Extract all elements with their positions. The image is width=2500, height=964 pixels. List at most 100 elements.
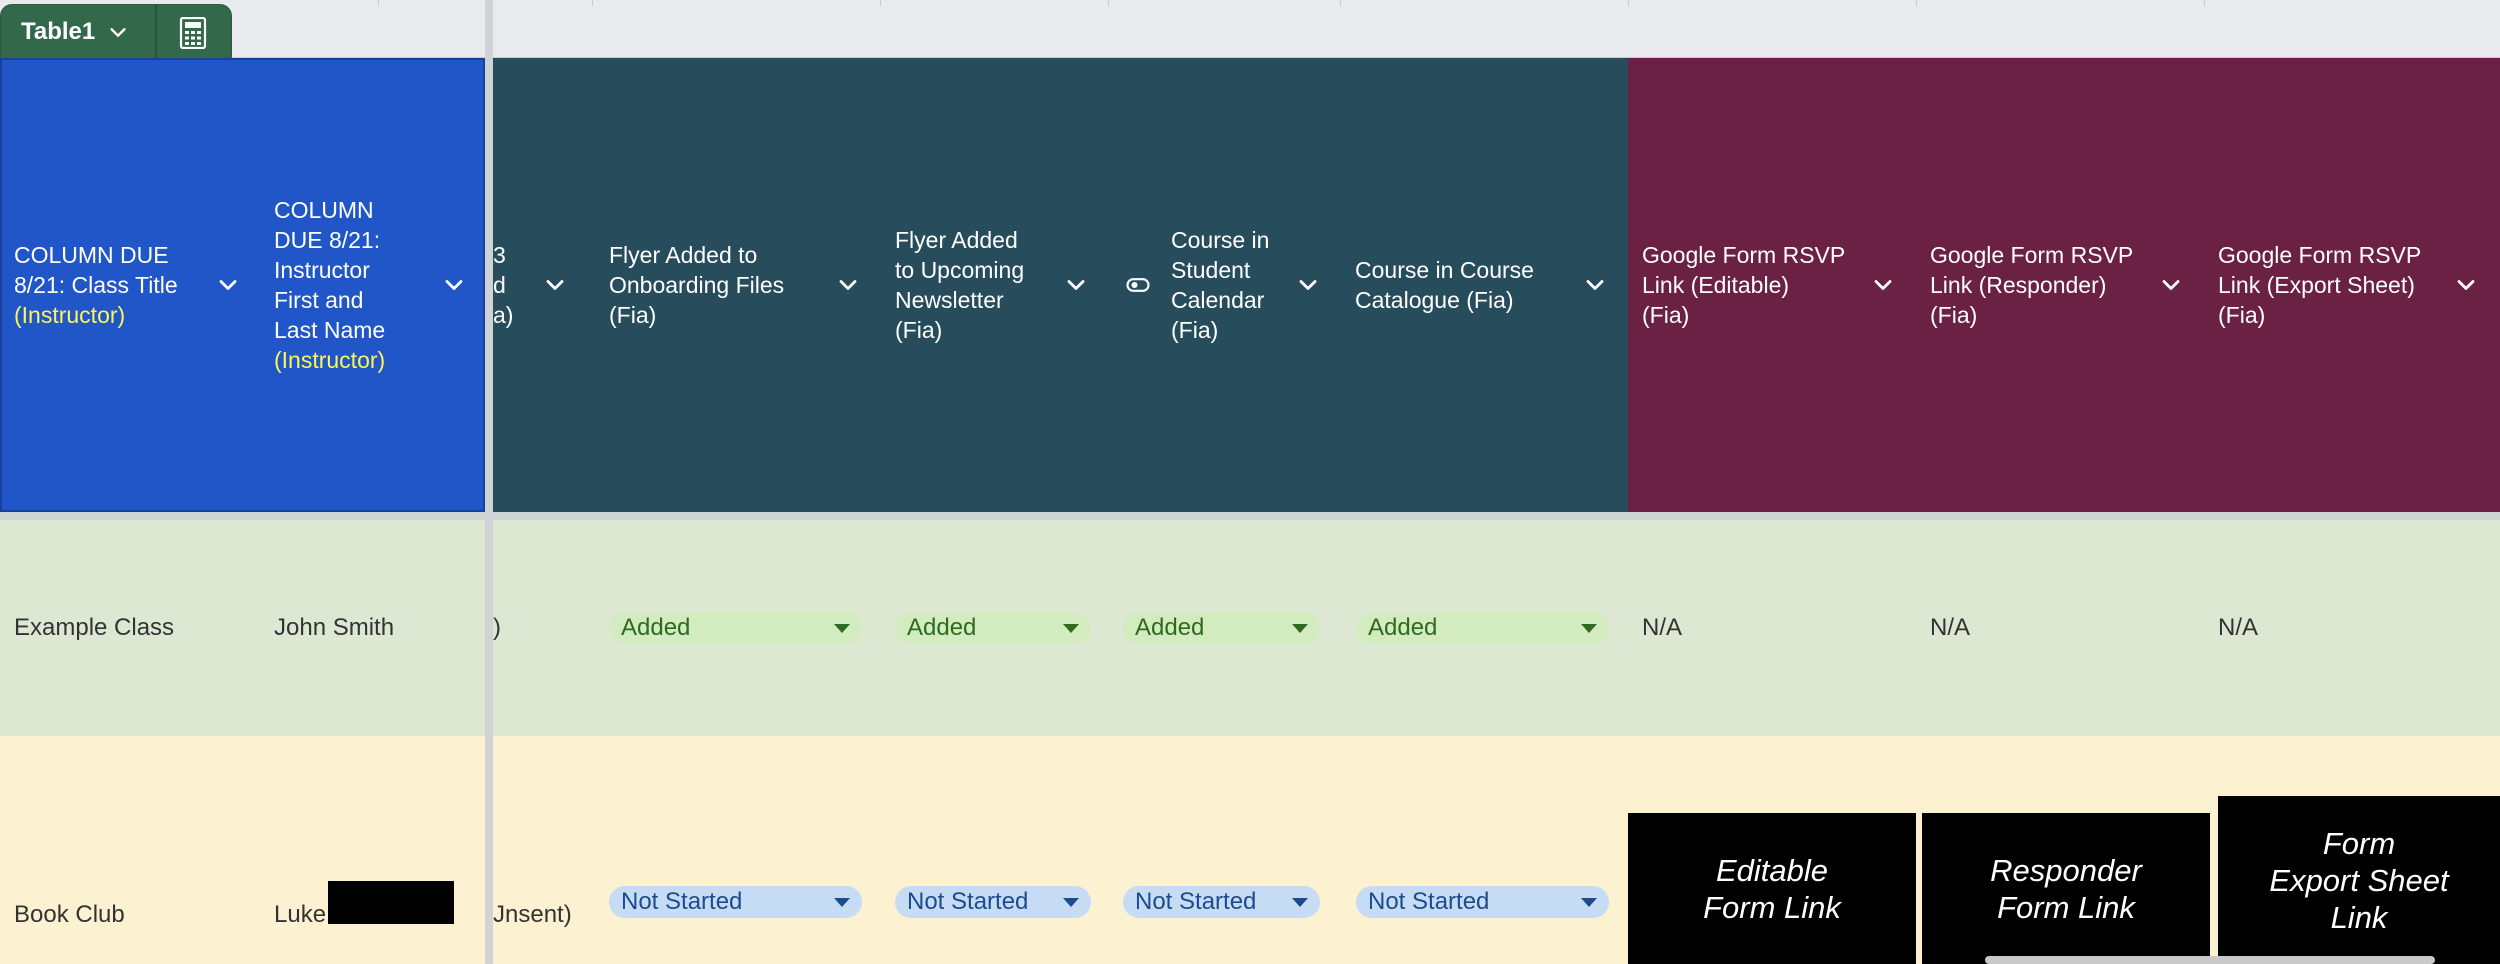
table-row: Book Club Luke Jnsent) Not Started Not S… bbox=[0, 736, 2500, 964]
grid-tick bbox=[592, 0, 593, 6]
header-class-title[interactable]: COLUMN DUE 8/21: Class Title (Instructor… bbox=[0, 58, 260, 512]
header-text: (Fia) bbox=[2218, 302, 2266, 328]
header-divider bbox=[0, 512, 2500, 520]
header-text: (Instructor) bbox=[274, 347, 386, 373]
dropdown-arrow-icon bbox=[1063, 624, 1079, 633]
instructor-name: Luke bbox=[274, 901, 327, 928]
header-text: (Fia) bbox=[1642, 302, 1690, 328]
chevron-down-icon[interactable] bbox=[834, 271, 862, 299]
header-text: Calendar bbox=[1171, 287, 1265, 313]
status-dropdown[interactable]: Added bbox=[1123, 612, 1320, 644]
dropdown-arrow-icon bbox=[834, 624, 850, 633]
grid-tick bbox=[378, 0, 379, 6]
header-text: 8/21: Class Title bbox=[14, 272, 178, 298]
status-dropdown[interactable]: Added bbox=[609, 612, 862, 644]
responder-form-link-button[interactable]: Responder Form Link bbox=[1922, 813, 2210, 964]
cell-instructor[interactable]: Luke bbox=[260, 736, 485, 964]
chevron-down-icon[interactable] bbox=[1581, 271, 1609, 299]
status-label: Added bbox=[907, 614, 977, 641]
button-text: Export Sheet bbox=[2269, 862, 2449, 898]
status-dropdown[interactable]: Added bbox=[895, 612, 1091, 644]
table-tab[interactable]: Table1 bbox=[0, 4, 232, 59]
chevron-down-icon[interactable] bbox=[214, 271, 242, 299]
header-instructor[interactable]: COLUMN DUE 8/21: Instructor First and La… bbox=[260, 58, 485, 512]
cell-partial[interactable]: ) bbox=[493, 520, 593, 736]
header-text: COLUMN bbox=[274, 197, 374, 223]
editable-form-link-button[interactable]: Editable Form Link bbox=[1628, 813, 1916, 964]
header-rsvp-editable[interactable]: Google Form RSVP Link (Editable) (Fia) bbox=[1628, 58, 1916, 512]
header-text: (Fia) bbox=[895, 317, 943, 343]
calculator-icon[interactable] bbox=[173, 16, 213, 50]
table-tab-bar: Table1 bbox=[0, 0, 2500, 59]
chevron-down-icon[interactable] bbox=[2157, 271, 2185, 299]
status-label: Not Started bbox=[907, 888, 1029, 915]
chevron-down-icon[interactable] bbox=[1062, 271, 1090, 299]
header-text: (Fia) bbox=[1930, 302, 1978, 328]
header-text: Instructor bbox=[274, 257, 370, 283]
table-row: Example Class John Smith ) Added Added A… bbox=[0, 520, 2500, 736]
tab-divider bbox=[155, 5, 157, 59]
grid-tick bbox=[1108, 0, 1109, 6]
header-text: to Upcoming bbox=[895, 257, 1025, 283]
status-dropdown[interactable]: Not Started bbox=[609, 886, 862, 918]
chevron-down-icon[interactable] bbox=[1869, 271, 1897, 299]
status-dropdown[interactable]: Not Started bbox=[1123, 886, 1320, 918]
table-header-row: COLUMN DUE 8/21: Class Title (Instructor… bbox=[0, 58, 2500, 512]
header-text: COLUMN DUE bbox=[14, 242, 169, 268]
header-text: Flyer Added to bbox=[609, 242, 758, 268]
header-text: Flyer Added bbox=[895, 227, 1018, 253]
header-text: Student bbox=[1171, 257, 1251, 283]
header-text: Onboarding Files bbox=[609, 272, 785, 298]
chevron-down-icon[interactable] bbox=[2452, 271, 2480, 299]
cell-partial[interactable]: Jnsent) bbox=[493, 736, 593, 964]
cell-class-title[interactable]: Example Class bbox=[0, 520, 260, 736]
cell-class-title[interactable]: Book Club bbox=[0, 736, 260, 964]
grid-tick bbox=[1916, 0, 1917, 6]
dropdown-arrow-icon bbox=[1581, 624, 1597, 633]
cell-rsvp-export[interactable]: N/A bbox=[2204, 520, 2492, 736]
status-label: Not Started bbox=[621, 888, 743, 915]
header-flyer-onboarding[interactable]: Flyer Added to Onboarding Files (Fia) bbox=[595, 58, 881, 512]
header-rsvp-responder[interactable]: Google Form RSVP Link (Responder) (Fia) bbox=[1916, 58, 2204, 512]
dropdown-arrow-icon bbox=[834, 898, 850, 907]
horizontal-scrollbar[interactable] bbox=[1985, 956, 2435, 964]
export-sheet-link-button[interactable]: Form Export Sheet Link bbox=[2218, 796, 2500, 964]
header-text: (Instructor) bbox=[14, 302, 126, 328]
button-text: Form bbox=[2322, 825, 2396, 861]
redacted-block bbox=[328, 881, 454, 924]
cell-rsvp-editable[interactable]: N/A bbox=[1628, 520, 1916, 736]
toggle-icon bbox=[1126, 278, 1150, 292]
header-text: DUE 8/21: bbox=[274, 227, 381, 253]
header-flyer-newsletter[interactable]: Flyer Added to Upcoming Newsletter (Fia) bbox=[881, 58, 1109, 512]
header-text: Newsletter bbox=[895, 287, 1004, 313]
status-dropdown[interactable]: Not Started bbox=[895, 886, 1091, 918]
cell-rsvp-responder[interactable]: N/A bbox=[1916, 520, 2204, 736]
dropdown-arrow-icon bbox=[1292, 898, 1308, 907]
chevron-down-icon[interactable] bbox=[1294, 271, 1322, 299]
header-text: Course in bbox=[1171, 227, 1270, 253]
status-dropdown[interactable]: Not Started bbox=[1356, 886, 1609, 918]
status-dropdown[interactable]: Added bbox=[1356, 612, 1609, 644]
header-partial[interactable]: 3 d a) bbox=[493, 58, 593, 512]
table-tab-name[interactable]: Table1 bbox=[1, 18, 95, 46]
grid-tick bbox=[1628, 0, 1629, 6]
header-text: Link (Responder) bbox=[1930, 272, 2107, 298]
button-text: Form Link bbox=[1703, 889, 1841, 925]
chevron-down-icon[interactable] bbox=[440, 271, 468, 299]
header-text: (Fia) bbox=[609, 302, 657, 328]
header-rsvp-export[interactable]: Google Form RSVP Link (Export Sheet) (Fi… bbox=[2204, 58, 2500, 512]
frozen-column-divider[interactable] bbox=[485, 0, 493, 964]
grid-tick bbox=[1340, 0, 1341, 6]
button-text: Form Link bbox=[1997, 889, 2135, 925]
cell-instructor[interactable]: John Smith bbox=[260, 520, 485, 736]
header-text: a) bbox=[493, 302, 514, 328]
header-text: Google Form RSVP bbox=[1642, 242, 1846, 268]
header-text: Google Form RSVP bbox=[2218, 242, 2422, 268]
status-label: Not Started bbox=[1368, 888, 1490, 915]
button-text: Editable bbox=[1715, 852, 1829, 888]
header-course-catalogue[interactable]: Course in Course Catalogue (Fia) bbox=[1341, 58, 1628, 512]
header-student-calendar[interactable]: Course in Student Calendar (Fia) bbox=[1109, 58, 1341, 512]
chevron-down-icon[interactable] bbox=[105, 19, 131, 45]
chevron-down-icon[interactable] bbox=[541, 271, 569, 299]
header-text: (Fia) bbox=[1171, 317, 1219, 343]
